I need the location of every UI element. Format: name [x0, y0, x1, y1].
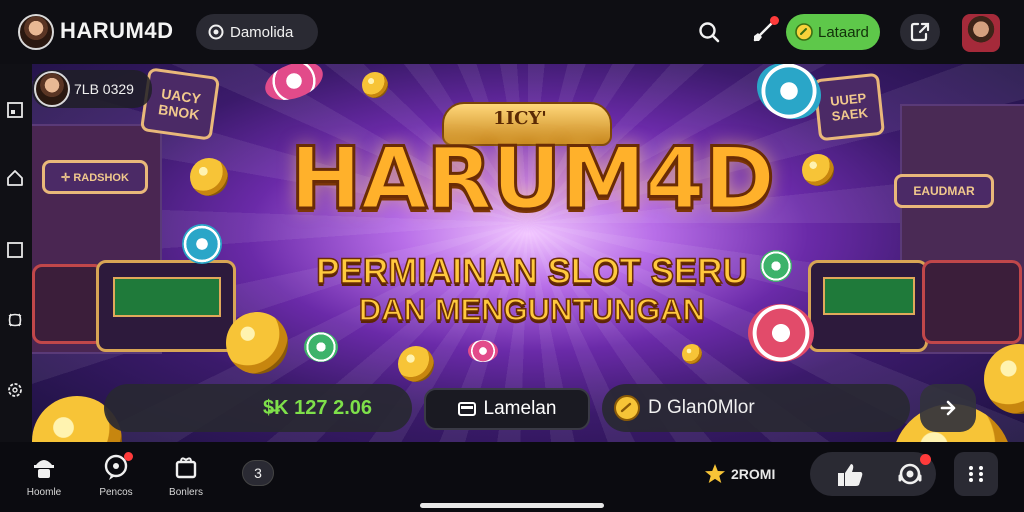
star-icon	[705, 464, 725, 483]
support-icon	[898, 463, 922, 485]
action-pill[interactable]: Lataard	[786, 14, 880, 50]
nav-promos-label: Pencos	[99, 487, 133, 498]
nav-home-label: Hoomle	[26, 487, 62, 498]
banner-subtitle-2: DAN MENGUNTUNGAN	[358, 291, 706, 328]
slot-machine-screen-right	[823, 277, 915, 315]
balance-display[interactable]: $̶K 127 2.06	[104, 384, 412, 432]
bottom-bar: Hoomle Pencos Bonlers 3 2ROMI	[0, 442, 1024, 512]
home-icon	[7, 170, 23, 186]
action-pill-label: Lataard	[818, 23, 869, 41]
gift-icon	[175, 457, 197, 479]
nav-bonus[interactable]	[164, 452, 208, 482]
sidebar-item-window[interactable]	[5, 240, 25, 260]
coin	[362, 72, 388, 98]
exit-button[interactable]	[900, 14, 940, 50]
nav-promos[interactable]	[94, 452, 138, 482]
coin-icon	[795, 23, 813, 41]
brand-name: HARUM4D	[60, 18, 174, 43]
balance-value: $̶K 127 2.06	[263, 396, 372, 419]
title-tag: 1ICY'	[493, 108, 547, 129]
home-indicator[interactable]	[420, 503, 604, 508]
nav-bonus-label: Bonlers	[169, 487, 203, 498]
gear-icon	[8, 383, 22, 397]
thumbs-icon	[838, 464, 863, 486]
points-value: 2ROMI	[731, 466, 776, 482]
sign-right-mid: EAUDMAR	[894, 174, 994, 208]
menu-button-label: Lamelan	[483, 398, 557, 419]
slot-machine-left	[32, 264, 104, 344]
coin-icon	[614, 395, 640, 421]
square-dot-icon	[7, 102, 23, 118]
home-hat-icon	[34, 460, 54, 478]
coin	[190, 158, 228, 196]
card-icon	[457, 402, 476, 416]
profile-avatar[interactable]	[962, 14, 1000, 52]
counter-badge[interactable]: 3	[242, 460, 274, 486]
left-sidebar	[0, 64, 32, 442]
sidebar-item-network[interactable]	[5, 310, 25, 330]
sign-right-top: UUEP SAEK	[812, 72, 886, 142]
brand-avatar[interactable]	[18, 14, 54, 50]
poker-chip	[468, 340, 498, 362]
grid-icon	[969, 466, 983, 482]
sign-left-top: UACY BNOK	[139, 67, 221, 141]
arrow-right-icon	[940, 400, 956, 416]
user-chip-avatar	[34, 71, 70, 107]
poker-chip	[182, 224, 222, 264]
slot-machine-right-2	[922, 260, 1022, 344]
game-selector[interactable]: D Glan0Mlor	[602, 384, 910, 432]
menu-button[interactable]: Lamelan	[424, 388, 590, 430]
search-icon	[699, 22, 720, 43]
banner-subtitle-1: PERMIAINAN SLOT SERU	[315, 251, 748, 292]
sidebar-item-settings[interactable]	[5, 380, 25, 400]
rocket-button[interactable]	[744, 14, 782, 50]
apps-grid-button[interactable]	[954, 452, 998, 496]
poker-chip	[304, 332, 338, 362]
sidebar-item-home[interactable]	[5, 168, 25, 188]
like-button[interactable]	[830, 456, 870, 492]
support-button[interactable]	[890, 454, 931, 492]
network-icon	[8, 313, 22, 327]
support-notification-dot	[920, 454, 931, 465]
points-display[interactable]: 2ROMI	[704, 460, 800, 488]
coin	[682, 344, 702, 364]
banner-title: HARUM4D	[288, 129, 776, 229]
account-pill-label: Damolida	[230, 23, 294, 41]
exit-icon	[910, 22, 930, 42]
counter-value: 3	[254, 465, 262, 481]
top-bar: HARUM4D Damolida Lataard	[0, 0, 1024, 64]
search-button[interactable]	[690, 14, 728, 50]
account-pill[interactable]: Damolida	[196, 14, 318, 50]
hero-banner: UACY BNOK ✛ RADSHOK UUEP SAEK EAUDMAR 1I…	[32, 64, 1024, 442]
square-icon	[7, 242, 23, 258]
promos-notification-dot	[124, 452, 133, 461]
user-chip-text: 7LB 0329	[74, 81, 134, 97]
game-selector-label: D Glan0Mlor	[648, 397, 755, 418]
next-button[interactable]	[920, 384, 976, 432]
coin	[398, 346, 434, 382]
slot-machine-left-2	[96, 260, 236, 352]
rocket-notification-dot	[770, 16, 779, 25]
coin	[802, 154, 834, 186]
sign-left-mid: ✛ RADSHOK	[42, 160, 148, 194]
nav-home[interactable]	[22, 452, 66, 482]
slot-machine-screen-left	[113, 277, 221, 317]
sidebar-item-dashboard[interactable]	[5, 100, 25, 120]
at-icon	[208, 24, 224, 40]
